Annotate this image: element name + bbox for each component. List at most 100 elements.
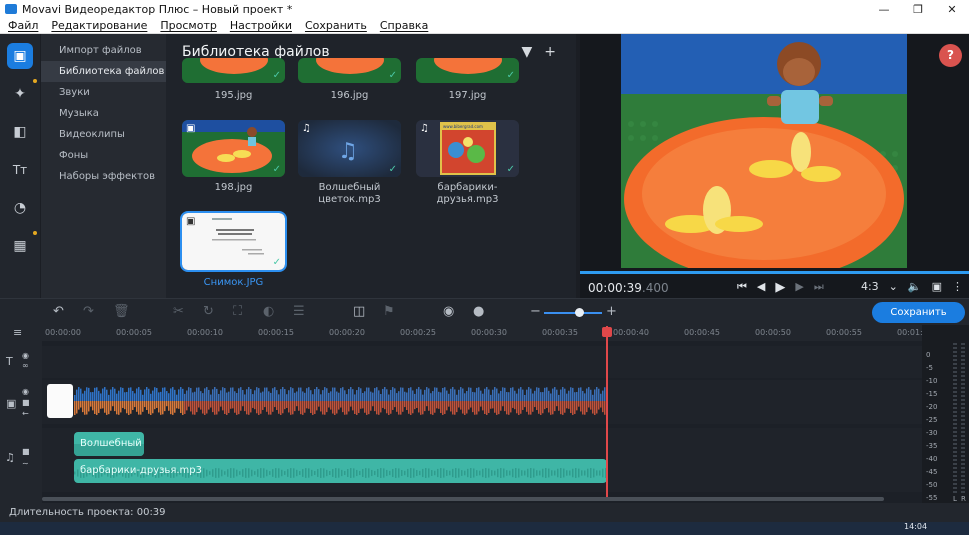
mute-icon[interactable]: ∼ xyxy=(22,459,29,468)
audio-clip[interactable]: Волшебный ц xyxy=(74,432,144,456)
timeline-scrollbar[interactable] xyxy=(42,497,884,501)
video-audio-waveform[interactable] xyxy=(74,384,607,418)
ruler-tick-label: 00:00:15 xyxy=(258,328,294,337)
zoom-slider-track[interactable] xyxy=(544,312,602,314)
media-tile[interactable]: www.bibergrad.com ♫ ✓ xyxy=(416,120,519,177)
save-button[interactable]: Сохранить xyxy=(872,302,965,323)
music-track-icon: ♫ xyxy=(5,451,15,464)
time-ruler[interactable]: 00:00:00 00:00:05 00:00:10 00:00:15 00:00:20… xyxy=(42,325,933,341)
magic-wand-icon[interactable]: ✦ xyxy=(7,79,37,107)
media-tile[interactable]: ✓ xyxy=(416,58,519,83)
menu-file[interactable]: Файл xyxy=(8,19,38,32)
window-controls: — ❐ ✕ xyxy=(867,0,969,18)
thumbnail xyxy=(416,58,519,83)
timeline-toolbar: ↶ ↷ 🗑 ✂ ↻ ⛶ ◐ ☰ ◫ ⚑ ◉ ● − + xyxy=(0,298,969,325)
category-import[interactable]: Импорт файлов xyxy=(41,40,166,61)
title-bar: Movavi Видеоредактор Плюс – Новый проект… xyxy=(0,0,969,18)
close-icon[interactable]: ✕ xyxy=(935,0,969,18)
preview-panel: 00:00:39.400 ⏮ ◀ ▶ ▶ ⏭ 4:3 ⌄ 🔈 ▣ ⋮ xyxy=(580,34,969,298)
crop-icon[interactable]: ⛶ xyxy=(233,304,242,319)
check-icon: ✓ xyxy=(506,164,515,175)
ruler-tick-label: 00:00:20 xyxy=(329,328,365,337)
media-tile[interactable]: ♫ ♫ ✓ xyxy=(298,120,401,177)
play-icon[interactable]: ▶ xyxy=(775,280,785,295)
zoom-slider-handle[interactable] xyxy=(575,308,584,317)
preview-image xyxy=(621,34,907,268)
title-track[interactable] xyxy=(42,346,922,378)
level-meter: 0-5-10-15-20-25-30-35-40-45-50-55-60LR xyxy=(922,325,969,515)
menu-settings[interactable]: Настройки xyxy=(230,19,292,32)
category-backgrounds[interactable]: Фоны xyxy=(41,145,166,166)
visibility-icon[interactable]: ◉ xyxy=(22,351,29,360)
media-tile[interactable]: ✓ xyxy=(182,58,285,83)
filter-icon[interactable]: ▼ xyxy=(521,44,532,60)
playhead-handle[interactable] xyxy=(602,327,612,337)
minimize-icon[interactable]: — xyxy=(867,0,901,18)
menu-help[interactable]: Справка xyxy=(380,19,428,32)
meter-scale-label: -20 xyxy=(926,403,938,411)
ruler-tick-label: 00:00:25 xyxy=(400,328,436,337)
menu-save[interactable]: Сохранить xyxy=(305,19,367,32)
aspect-ratio-select[interactable]: 4:3 xyxy=(861,280,879,293)
category-library[interactable]: Библиотека файлов xyxy=(41,61,166,82)
clip-properties-icon[interactable]: ☰ xyxy=(293,304,305,319)
audio-clip[interactable]: барбарики-друзья.mp3 xyxy=(74,459,607,483)
import-icon[interactable]: ▣ xyxy=(7,43,33,69)
stickers-icon[interactable]: ◔ xyxy=(7,195,33,221)
redo-icon[interactable]: ↷ xyxy=(83,304,94,319)
zoom-out-icon[interactable]: − xyxy=(530,304,541,319)
step-back-icon[interactable]: ◀ xyxy=(757,280,765,295)
link-icon[interactable]: ∞ xyxy=(22,361,29,370)
transitions-icon[interactable]: ◧ xyxy=(7,119,33,145)
volume-icon[interactable]: 🔈 xyxy=(908,280,922,293)
chevron-down-icon[interactable]: ⌄ xyxy=(889,280,898,293)
titles-icon[interactable]: Tт xyxy=(7,157,33,183)
rotate-icon[interactable]: ↻ xyxy=(203,304,214,319)
step-forward-icon[interactable]: ▶ xyxy=(795,280,803,295)
category-videoclips[interactable]: Видеоклипы xyxy=(41,124,166,145)
ruler-tick-label: 00:00:40 xyxy=(613,328,649,337)
arrow-left-icon[interactable]: ← xyxy=(22,409,29,418)
meter-scale-label: -55 xyxy=(926,494,938,502)
snapshot-icon[interactable]: ▣ xyxy=(932,280,942,293)
help-icon[interactable]: ? xyxy=(939,44,962,67)
meter-scale-label: -50 xyxy=(926,481,938,489)
mute-icon[interactable]: ■ xyxy=(22,398,30,407)
category-sounds[interactable]: Звуки xyxy=(41,82,166,103)
category-effects[interactable]: Наборы эффектов xyxy=(41,166,166,187)
undo-icon[interactable]: ↶ xyxy=(53,304,64,319)
add-icon[interactable]: + xyxy=(544,44,556,60)
ruler-tick-label: 00:00:35 xyxy=(542,328,578,337)
media-tile[interactable]: ✓ xyxy=(298,58,401,83)
skip-start-icon[interactable]: ⏮ xyxy=(737,280,747,295)
cut-icon[interactable]: ✂ xyxy=(173,304,184,319)
check-icon: ✓ xyxy=(388,70,397,81)
preview-scrubber[interactable] xyxy=(580,271,969,274)
category-music[interactable]: Музыка xyxy=(41,103,166,124)
more-tools-icon[interactable]: ▦ xyxy=(7,231,37,259)
volume-icon[interactable]: ■ xyxy=(22,447,30,456)
color-icon[interactable]: ◐ xyxy=(263,304,274,319)
marker-icon[interactable]: ⚑ xyxy=(383,304,395,319)
skip-end-icon[interactable]: ⏭ xyxy=(814,280,824,295)
visibility-icon[interactable]: ◉ xyxy=(22,387,29,396)
insert-transition-icon[interactable]: ◫ xyxy=(353,304,365,319)
timecode-main: 00:00:39 xyxy=(588,281,642,295)
media-tile[interactable]: ▣ ✓ xyxy=(182,120,285,177)
playhead[interactable] xyxy=(606,326,608,501)
more-icon[interactable]: ⋮ xyxy=(952,280,963,293)
video-clip-thumbnail[interactable] xyxy=(47,384,73,418)
zoom-in-icon[interactable]: + xyxy=(606,304,617,319)
delete-icon[interactable]: 🗑 xyxy=(113,304,130,319)
maximize-icon[interactable]: ❐ xyxy=(901,0,935,18)
record-video-icon[interactable]: ◉ xyxy=(443,304,454,319)
new-badge xyxy=(33,231,37,235)
microphone-icon[interactable]: ● xyxy=(473,304,484,319)
add-track-icon[interactable]: ≡ xyxy=(13,326,22,339)
image-type-icon: ▣ xyxy=(186,216,196,227)
media-tile-selected[interactable]: ▣ ✓ xyxy=(180,211,287,272)
menu-edit[interactable]: Редактирование xyxy=(51,19,147,32)
media-label: 196.jpg xyxy=(330,90,369,101)
timeline[interactable]: 00:00:00 00:00:05 00:00:10 00:00:15 00:00:20… xyxy=(42,325,933,503)
menu-view[interactable]: Просмотр xyxy=(160,19,216,32)
